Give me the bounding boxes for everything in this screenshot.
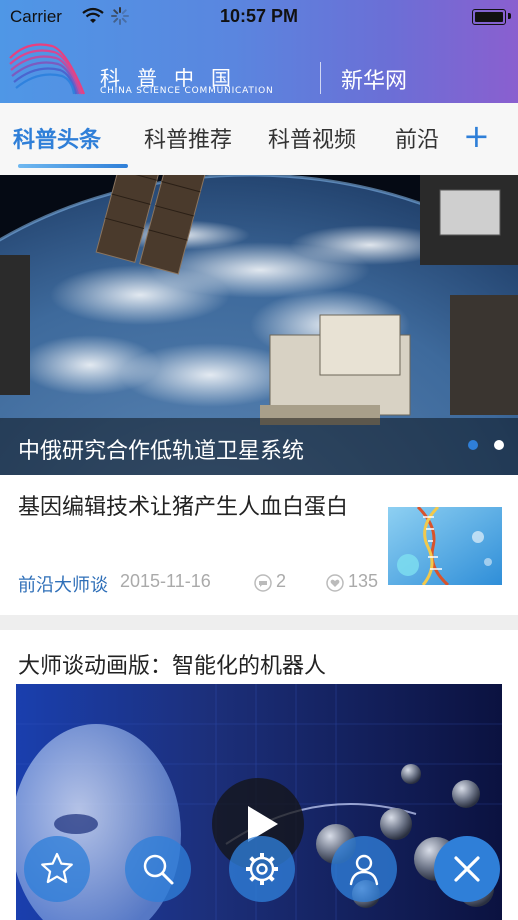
article-source: 前沿大师谈 bbox=[18, 575, 108, 596]
brand-divider bbox=[320, 62, 321, 94]
battery-nub bbox=[508, 13, 511, 19]
tab-headlines[interactable]: 科普头条 bbox=[13, 122, 101, 154]
brand-subtitle: CHINA SCIENCE COMMUNICATION bbox=[100, 86, 274, 96]
like-icon bbox=[326, 574, 344, 596]
tab-recommended[interactable]: 科普推荐 bbox=[144, 122, 232, 154]
tab-frontier[interactable]: 前沿 bbox=[395, 122, 439, 154]
status-bar: Carrier 10:57 PM bbox=[0, 0, 518, 34]
carousel-dot-active[interactable] bbox=[468, 440, 478, 450]
featured-carousel[interactable]: 中俄研究合作低轨道卫星系统 bbox=[0, 175, 518, 475]
category-tabs: 科普头条 科普推荐 科普视频 前沿 + bbox=[0, 103, 518, 175]
article-thumbnail bbox=[388, 507, 502, 585]
gear-icon bbox=[246, 853, 278, 885]
user-icon bbox=[349, 854, 379, 886]
clock: 10:57 PM bbox=[219, 6, 299, 26]
star-icon bbox=[41, 852, 73, 884]
carousel-dot[interactable] bbox=[494, 440, 504, 450]
banner-image-earth-from-space bbox=[0, 175, 518, 475]
active-tab-indicator bbox=[18, 164, 128, 168]
app-header: Carrier 10:57 PM 科普中国 CHINA SCIENCE COMM… bbox=[0, 0, 518, 103]
add-tab-button[interactable]: + bbox=[463, 117, 490, 155]
close-menu-button[interactable] bbox=[434, 836, 500, 902]
search-button[interactable] bbox=[125, 836, 191, 902]
settings-button[interactable] bbox=[229, 836, 295, 902]
comment-icon bbox=[254, 574, 272, 596]
science-china-logo bbox=[9, 43, 86, 95]
battery-icon bbox=[472, 9, 506, 25]
article-card[interactable]: 基因编辑技术让猪产生人血白蛋白 前沿大师谈 2015-11-16 2 135 bbox=[0, 475, 518, 615]
favorites-button[interactable] bbox=[24, 836, 90, 902]
profile-button[interactable] bbox=[331, 836, 397, 902]
like-count: 135 bbox=[348, 571, 379, 591]
comment-count: 2 bbox=[276, 571, 287, 591]
banner-caption: 中俄研究合作低轨道卫星系统 bbox=[18, 439, 305, 464]
search-icon bbox=[143, 854, 174, 885]
article-date: 2015-11-16 bbox=[120, 571, 211, 591]
article-title: 大师谈动画版：智能化的机器人 bbox=[18, 654, 327, 679]
section-divider bbox=[0, 615, 518, 630]
partner-name: 新华网 bbox=[341, 69, 408, 94]
article-title: 基因编辑技术让猪产生人血白蛋白 bbox=[18, 495, 349, 520]
close-icon bbox=[454, 856, 480, 882]
tab-videos[interactable]: 科普视频 bbox=[268, 122, 356, 154]
